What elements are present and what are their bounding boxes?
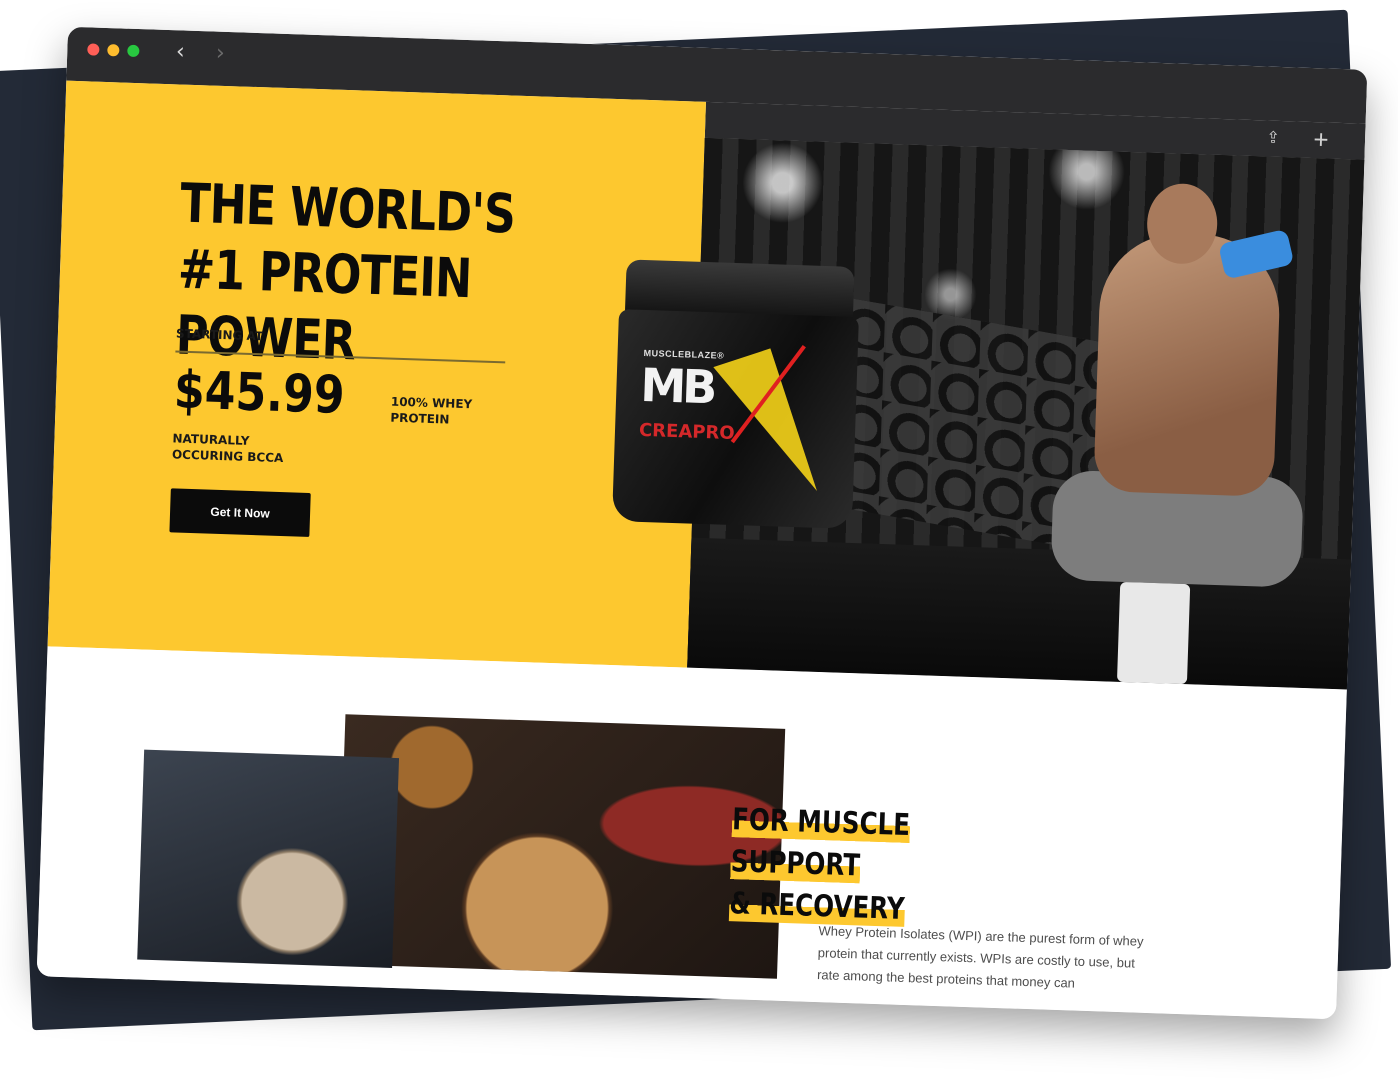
browser-window: ‹ › ⇪ + THE WORLD'S #1 PROTEIN POWER STA… xyxy=(36,26,1368,1020)
muscle-support-section: FOR MUSCLE SUPPORT & RECOVERY Whey Prote… xyxy=(36,646,1347,1020)
maximize-window-button[interactable] xyxy=(127,44,140,58)
section-title-line-1: FOR MUSCLE SUPPORT xyxy=(730,802,911,884)
jar-body: MUSCLEBLAZE® MB CREAPRO xyxy=(612,309,859,529)
get-it-now-button[interactable]: Get It Now xyxy=(169,488,311,537)
close-window-button[interactable] xyxy=(87,43,100,56)
price: $45.99 xyxy=(173,360,346,427)
chevron-right-icon[interactable]: › xyxy=(207,40,234,67)
gym-bench xyxy=(1116,581,1191,685)
hero-headline: THE WORLD'S #1 PROTEIN POWER xyxy=(174,171,517,373)
section-title-line-2: & RECOVERY xyxy=(728,886,906,927)
shaker-bottle xyxy=(1218,228,1295,280)
protein-food-photo xyxy=(337,714,786,979)
section-body: Whey Protein Isolates (WPI) are the pure… xyxy=(816,923,1144,991)
product-jar[interactable]: MUSCLEBLAZE® MB CREAPRO xyxy=(612,259,861,529)
share-icon[interactable]: ⇪ xyxy=(1258,120,1287,157)
plus-icon[interactable]: + xyxy=(1306,122,1335,159)
product-name: CREAPRO xyxy=(638,419,735,445)
whey-note: 100% WHEY PROTEIN xyxy=(390,394,473,427)
protein-powder-scoop-photo xyxy=(137,749,400,968)
bcaa-note: NATURALLY OCCURING BCCA xyxy=(171,431,284,466)
starting-at-label: STARTING AT xyxy=(175,326,264,344)
chevron-left-icon[interactable]: ‹ xyxy=(167,39,194,66)
product-logo: MB xyxy=(639,357,715,415)
section-title: FOR MUSCLE SUPPORT & RECOVERY xyxy=(728,799,995,934)
minimize-window-button[interactable] xyxy=(107,44,120,57)
